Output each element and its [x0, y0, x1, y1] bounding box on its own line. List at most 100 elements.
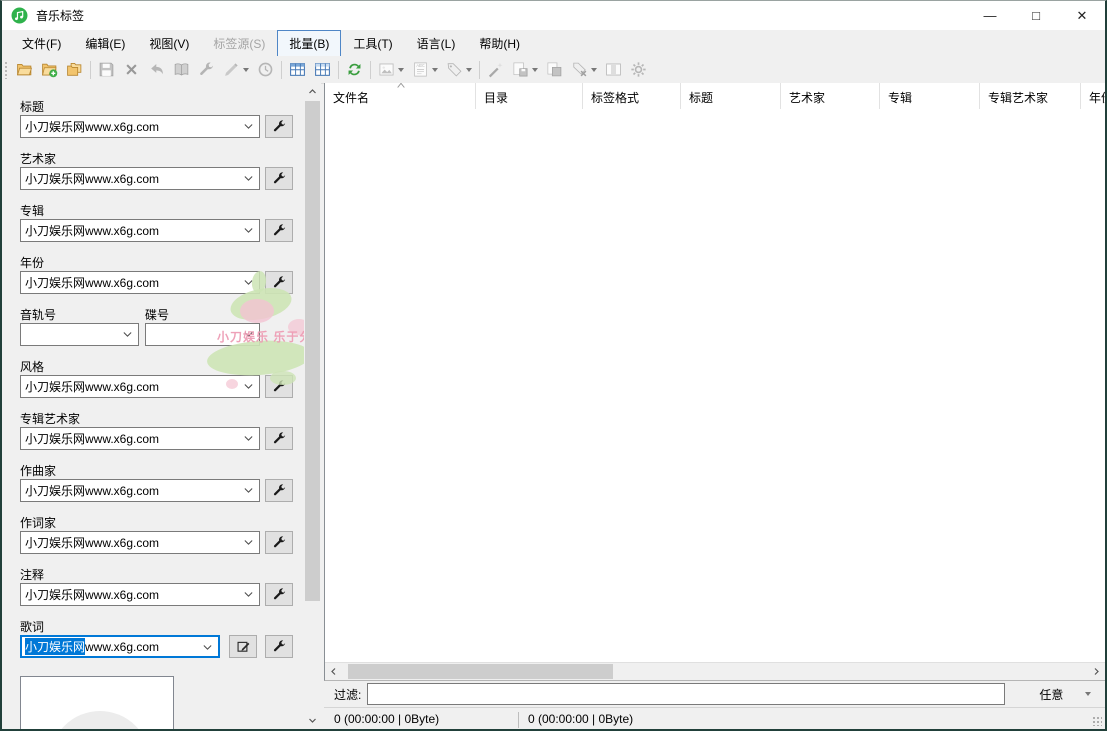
- column-header-2[interactable]: 标签格式: [583, 83, 681, 109]
- app-icon: [11, 7, 28, 24]
- column-header-5[interactable]: 专辑: [880, 83, 980, 109]
- window-title: 音乐标签: [36, 7, 84, 24]
- toolbar-add-folders-button[interactable]: [62, 58, 87, 82]
- settings-icon: [630, 61, 647, 78]
- composer-combobox[interactable]: 小刀娱乐网www.x6g.com: [20, 479, 260, 502]
- close-button[interactable]: ✕: [1059, 1, 1105, 30]
- watermark-splash: [288, 319, 304, 335]
- combo-chevron-icon: [242, 484, 255, 497]
- combo-chevron-icon: [242, 588, 255, 601]
- album-artist-combobox[interactable]: 小刀娱乐网www.x6g.com: [20, 427, 260, 450]
- combo-chevron-icon: [242, 432, 255, 445]
- toolbar-auto-tag-button: [483, 58, 508, 82]
- sidebar-scrollbar-thumb[interactable]: [305, 101, 320, 601]
- column-header-7[interactable]: 年份: [1081, 83, 1105, 109]
- album-combobox[interactable]: 小刀娱乐网www.x6g.com: [20, 219, 260, 242]
- sidebar-scrollbar[interactable]: [304, 83, 321, 729]
- toolbar-add-folder-button[interactable]: [37, 58, 62, 82]
- toolbar-cover-button: [374, 58, 408, 82]
- comment-options-button[interactable]: [265, 583, 293, 606]
- wrench-black-icon: [272, 483, 287, 498]
- selected-text: 小刀娱乐网: [25, 638, 85, 655]
- sort-ascending-icon: [395, 83, 407, 90]
- table-horizontal-scrollbar-thumb[interactable]: [348, 664, 613, 679]
- titlebar: 音乐标签 — □ ✕: [2, 1, 1105, 30]
- scroll-down-icon[interactable]: [304, 712, 321, 729]
- composer-options-button[interactable]: [265, 479, 293, 502]
- lyricist-combobox[interactable]: 小刀娱乐网www.x6g.com: [20, 531, 260, 554]
- minimize-button[interactable]: —: [967, 1, 1013, 30]
- toolbar-gripper[interactable]: [4, 61, 9, 79]
- edit-lyrics-button[interactable]: [229, 635, 257, 658]
- toolbar-refresh-button[interactable]: [342, 58, 367, 82]
- wrench-black-icon: [272, 587, 287, 602]
- filter-mode-dropdown[interactable]: 任意: [1039, 686, 1091, 703]
- resize-grip-icon[interactable]: [1092, 716, 1102, 726]
- toolbar-open-file-button[interactable]: [12, 58, 37, 82]
- album-artist-options-button[interactable]: [265, 427, 293, 450]
- menu-item-language[interactable]: 语言(L): [405, 30, 468, 57]
- add-folder-icon: [41, 61, 58, 78]
- lyrics-options-button[interactable]: [265, 635, 293, 658]
- menu-item-file[interactable]: 文件(F): [10, 30, 73, 57]
- column-header-3[interactable]: 标题: [681, 83, 781, 109]
- disc-number-combobox[interactable]: [145, 323, 260, 346]
- toolbar-save-copy-button: [542, 58, 567, 82]
- track-number-combobox[interactable]: [20, 323, 139, 346]
- table-horizontal-scrollbar[interactable]: [325, 662, 1105, 680]
- album-art-placeholder-icon: [50, 711, 150, 729]
- comment-combobox[interactable]: 小刀娱乐网www.x6g.com: [20, 583, 260, 606]
- artist-options-button[interactable]: [265, 167, 293, 190]
- menu-item-tools[interactable]: 工具(T): [341, 30, 404, 57]
- tag-editor-sidebar: 标题小刀娱乐网www.x6g.com艺术家小刀娱乐网www.x6g.com专辑小…: [2, 83, 304, 729]
- chevron-down-icon: [398, 68, 404, 72]
- genre-options-button[interactable]: [265, 375, 293, 398]
- wand-icon: [487, 61, 504, 78]
- filter-mode-value: 任意: [1039, 686, 1063, 703]
- field-label: 碟号: [145, 306, 169, 323]
- maximize-button[interactable]: □: [1013, 1, 1059, 30]
- lyrics-combobox[interactable]: 小刀娱乐网www.x6g.com: [20, 635, 220, 658]
- lyricist-options-button[interactable]: [265, 531, 293, 554]
- field-label: 标题: [20, 98, 44, 115]
- combo-value: 小刀娱乐网www.x6g.com: [25, 430, 159, 447]
- column-header-0[interactable]: 文件名: [325, 83, 476, 109]
- folders-icon: [66, 61, 83, 78]
- menu-item-help[interactable]: 帮助(H): [467, 30, 532, 57]
- artist-combobox[interactable]: 小刀娱乐网www.x6g.com: [20, 167, 260, 190]
- column-header-6[interactable]: 专辑艺术家: [980, 83, 1081, 109]
- menu-item-view[interactable]: 视图(V): [137, 30, 201, 57]
- toolbar-lyrics-doc-button: ABC: [408, 58, 442, 82]
- export-icon: [605, 61, 622, 78]
- combo-chevron-icon: [201, 641, 214, 654]
- combo-value: 小刀娱乐网www.x6g.com: [25, 170, 159, 187]
- filter-input[interactable]: [367, 683, 1005, 705]
- album-options-button[interactable]: [265, 219, 293, 242]
- scroll-up-icon[interactable]: [304, 83, 321, 100]
- column-header-4[interactable]: 艺术家: [781, 83, 880, 109]
- title-options-button[interactable]: [265, 115, 293, 138]
- toolbar-save-as-button: [508, 58, 542, 82]
- menu-item-batch[interactable]: 批量(B): [277, 30, 341, 57]
- save-as-icon: [512, 61, 529, 78]
- toolbar-grid-view-button[interactable]: [285, 58, 310, 82]
- year-options-button[interactable]: [265, 271, 293, 294]
- file-table-body[interactable]: [325, 109, 1105, 663]
- refresh-icon: [346, 61, 363, 78]
- title-combobox[interactable]: 小刀娱乐网www.x6g.com: [20, 115, 260, 138]
- dictionary-icon: [173, 61, 190, 78]
- column-header-1[interactable]: 目录: [476, 83, 583, 109]
- file-table-panel: 文件名目录标签格式标题艺术家专辑专辑艺术家年份: [324, 83, 1105, 681]
- album-art-box[interactable]: [20, 676, 174, 729]
- toolbar-settings-button: [626, 58, 651, 82]
- undo-icon: [148, 61, 165, 78]
- scroll-left-icon[interactable]: [325, 663, 342, 680]
- toolbar-grid-view-alt-button[interactable]: [310, 58, 335, 82]
- combo-value: 小刀娱乐网www.x6g.com: [25, 534, 159, 551]
- scroll-right-icon[interactable]: [1088, 663, 1105, 680]
- year-combobox[interactable]: 小刀娱乐网www.x6g.com: [20, 271, 260, 294]
- menu-item-edit[interactable]: 编辑(E): [73, 30, 137, 57]
- genre-combobox[interactable]: 小刀娱乐网www.x6g.com: [20, 375, 260, 398]
- field-label: 专辑艺术家: [20, 410, 80, 427]
- chevron-down-icon: [466, 68, 472, 72]
